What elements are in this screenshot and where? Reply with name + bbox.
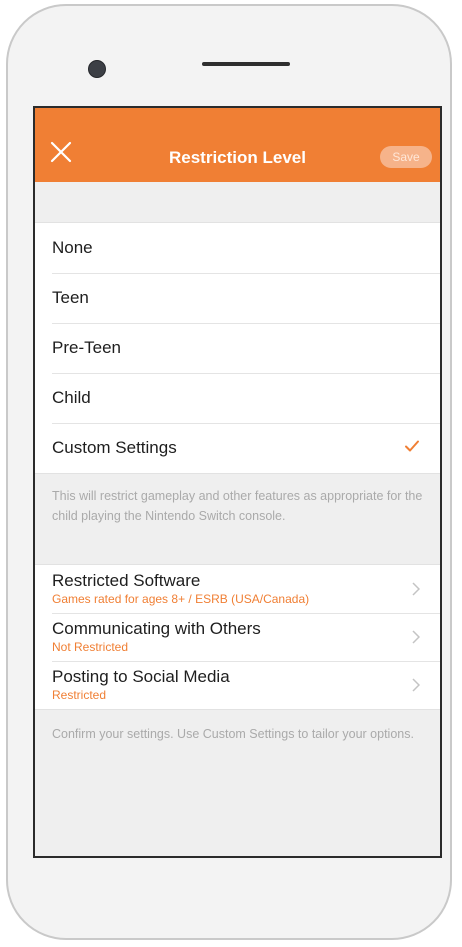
- restriction-level-list: None Teen Pre-Teen Child Custom Settings: [35, 222, 440, 474]
- setting-subtitle: Not Restricted: [52, 640, 129, 654]
- setting-posting-to-social-media[interactable]: Posting to Social Media Restricted: [35, 661, 440, 709]
- setting-subtitle: Games rated for ages 8+ / ESRB (USA/Cana…: [52, 592, 310, 606]
- option-label: Child: [52, 388, 91, 407]
- setting-title: Communicating with Others: [52, 619, 261, 638]
- chevron-right-icon: [412, 678, 420, 692]
- footer-note: Confirm your settings. Use Custom Settin…: [52, 727, 414, 741]
- top-spacer: [35, 182, 440, 222]
- settings-list: Restricted Software Games rated for ages…: [35, 564, 440, 710]
- option-child[interactable]: Child: [35, 373, 440, 423]
- option-custom-settings[interactable]: Custom Settings: [35, 423, 440, 473]
- chevron-right-icon: [412, 582, 420, 596]
- setting-subtitle: Restricted: [52, 688, 107, 702]
- setting-title: Restricted Software: [52, 571, 201, 590]
- setting-title: Posting to Social Media: [52, 667, 230, 686]
- chevron-right-icon: [412, 630, 420, 644]
- restriction-note: This will restrict gameplay and other fe…: [52, 489, 423, 523]
- setting-restricted-software[interactable]: Restricted Software Games rated for ages…: [35, 565, 440, 613]
- screen: Restriction Level Save None Teen Pre-Tee…: [33, 106, 442, 858]
- checkmark-icon: [405, 440, 419, 452]
- option-label: Teen: [52, 288, 89, 307]
- option-pre-teen[interactable]: Pre-Teen: [35, 323, 440, 373]
- option-teen[interactable]: Teen: [35, 273, 440, 323]
- save-button[interactable]: Save: [380, 146, 432, 168]
- phone-frame: Restriction Level Save None Teen Pre-Tee…: [6, 4, 452, 940]
- option-label: None: [52, 238, 93, 257]
- option-none[interactable]: None: [35, 223, 440, 273]
- nav-header: Restriction Level Save: [35, 108, 440, 182]
- speaker-grille: [202, 62, 290, 66]
- setting-communicating-with-others[interactable]: Communicating with Others Not Restricted: [35, 613, 440, 661]
- camera-icon: [88, 60, 106, 78]
- option-label: Custom Settings: [52, 438, 177, 457]
- option-label: Pre-Teen: [52, 338, 121, 357]
